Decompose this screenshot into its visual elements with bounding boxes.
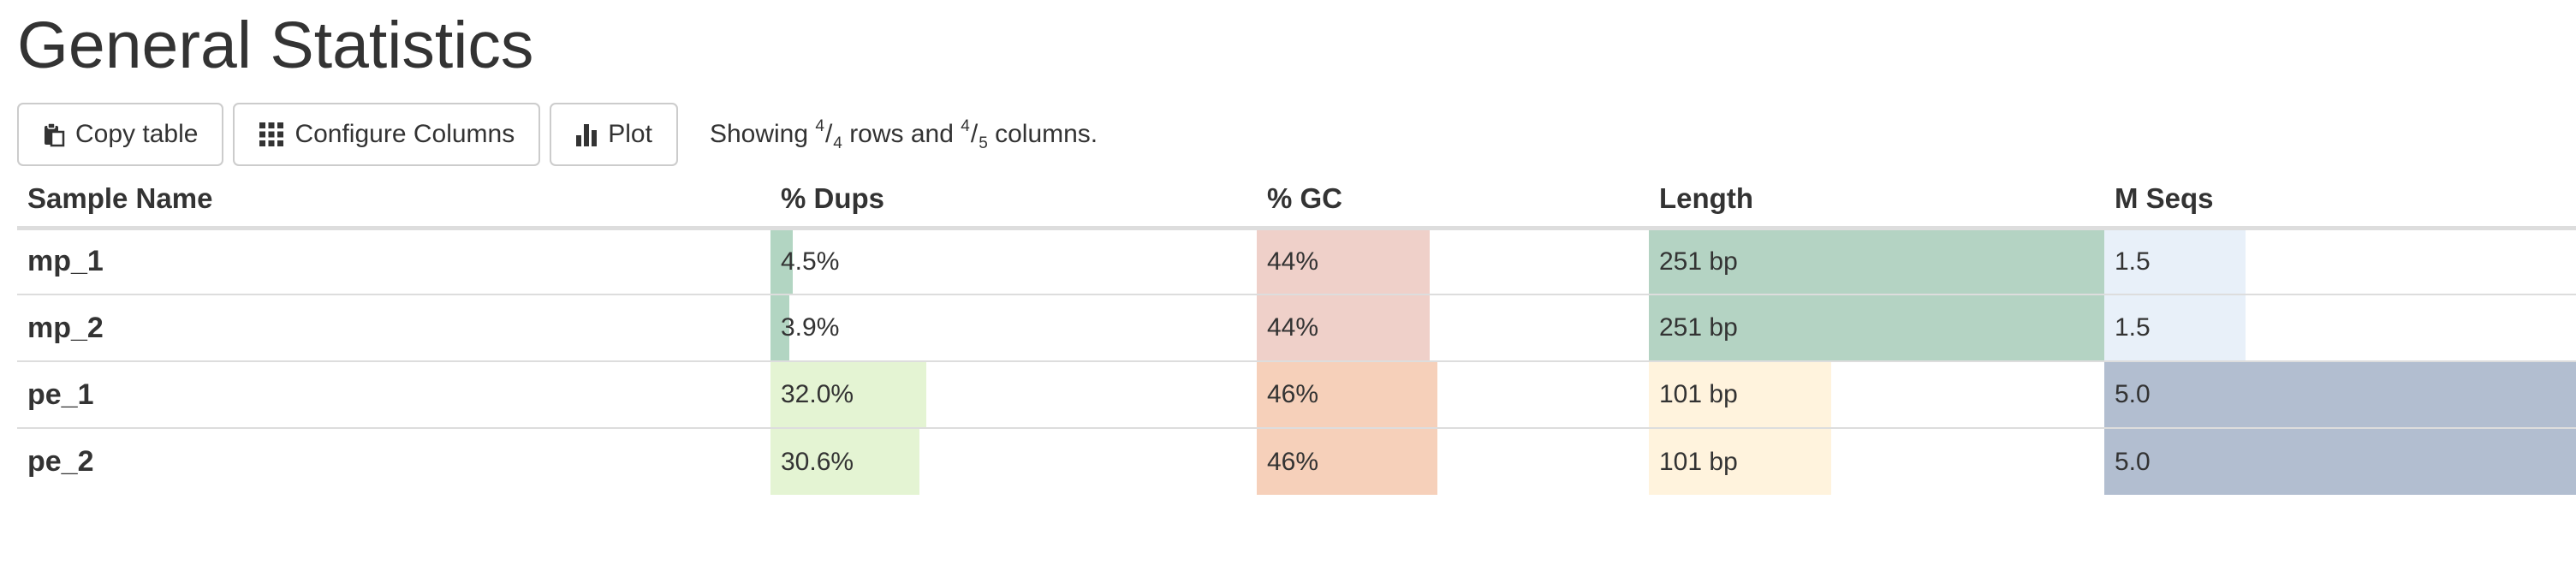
dups-value: 30.6% bbox=[781, 447, 854, 476]
dups-cell: 30.6% bbox=[770, 427, 1257, 495]
dups-value: 3.9% bbox=[781, 313, 840, 342]
length-cell: 101 bp bbox=[1649, 427, 2104, 495]
length-value: 101 bp bbox=[1659, 447, 1738, 476]
gc-cell: 46% bbox=[1257, 427, 1649, 495]
length-value: 251 bp bbox=[1659, 247, 1738, 276]
m-seqs-bar bbox=[2104, 362, 2576, 427]
showing-rows-columns-text: Showing 4/4 rows and 4/5 columns. bbox=[709, 117, 1098, 152]
dups-cell: 32.0% bbox=[770, 360, 1257, 428]
page-title: General Statistics bbox=[17, 9, 534, 82]
header-sample-name[interactable]: Sample Name bbox=[17, 171, 770, 230]
table-row: pe_2 30.6% 46% 101 bp 5.0 bbox=[17, 427, 2576, 495]
header-dups[interactable]: % Dups bbox=[770, 171, 1257, 230]
copy-table-button[interactable]: Copy table bbox=[17, 103, 224, 166]
sample-name-cell: mp_1 bbox=[17, 227, 770, 294]
dups-value: 4.5% bbox=[781, 247, 840, 276]
general-statistics-table: Sample Name % Dups % GC Length M Seqs mp… bbox=[17, 171, 2576, 495]
length-cell: 101 bp bbox=[1649, 360, 2104, 428]
sample-name-cell: pe_2 bbox=[17, 427, 770, 495]
sample-name-cell: mp_2 bbox=[17, 294, 770, 361]
m-seqs-value: 1.5 bbox=[2115, 247, 2151, 276]
length-value: 101 bp bbox=[1659, 380, 1738, 408]
bar-chart-icon bbox=[575, 122, 598, 147]
length-cell: 251 bp bbox=[1649, 227, 2104, 294]
header-m-seqs[interactable]: M Seqs bbox=[2104, 171, 2576, 230]
configure-columns-button[interactable]: Configure Columns bbox=[233, 103, 541, 166]
table-row: mp_1 4.5% 44% 251 bp 1.5 bbox=[17, 227, 2576, 294]
copy-table-label: Copy table bbox=[75, 120, 199, 148]
header-length[interactable]: Length bbox=[1649, 171, 2104, 230]
gc-cell: 44% bbox=[1257, 294, 1649, 361]
table-header-row: Sample Name % Dups % GC Length M Seqs bbox=[17, 171, 2576, 230]
header-gc[interactable]: % GC bbox=[1257, 171, 1649, 230]
sample-name-cell: pe_1 bbox=[17, 360, 770, 428]
plot-label: Plot bbox=[608, 120, 652, 148]
configure-columns-label: Configure Columns bbox=[294, 120, 515, 148]
gc-value: 46% bbox=[1267, 447, 1319, 476]
gc-value: 46% bbox=[1267, 380, 1319, 408]
gc-cell: 44% bbox=[1257, 227, 1649, 294]
gc-value: 44% bbox=[1267, 313, 1319, 342]
dups-cell: 4.5% bbox=[770, 227, 1257, 294]
table-toolbar: Copy table Configure Columns Plot Showin… bbox=[17, 103, 1098, 166]
m-seqs-cell: 1.5 bbox=[2104, 294, 2576, 361]
table-row: mp_2 3.9% 44% 251 bp 1.5 bbox=[17, 294, 2576, 361]
m-seqs-value: 1.5 bbox=[2115, 313, 2151, 342]
clipboard-icon bbox=[43, 122, 65, 147]
length-cell: 251 bp bbox=[1649, 294, 2104, 361]
table-row: pe_1 32.0% 46% 101 bp 5.0 bbox=[17, 360, 2576, 428]
m-seqs-cell: 5.0 bbox=[2104, 427, 2576, 495]
gc-cell: 46% bbox=[1257, 360, 1649, 428]
m-seqs-cell: 1.5 bbox=[2104, 227, 2576, 294]
dups-value: 32.0% bbox=[781, 380, 854, 408]
plot-button[interactable]: Plot bbox=[550, 103, 678, 166]
m-seqs-value: 5.0 bbox=[2115, 380, 2151, 408]
m-seqs-value: 5.0 bbox=[2115, 447, 2151, 476]
length-value: 251 bp bbox=[1659, 313, 1738, 342]
m-seqs-cell: 5.0 bbox=[2104, 360, 2576, 428]
grid-icon bbox=[259, 122, 284, 147]
dups-cell: 3.9% bbox=[770, 294, 1257, 361]
gc-value: 44% bbox=[1267, 247, 1319, 276]
m-seqs-bar bbox=[2104, 429, 2576, 495]
